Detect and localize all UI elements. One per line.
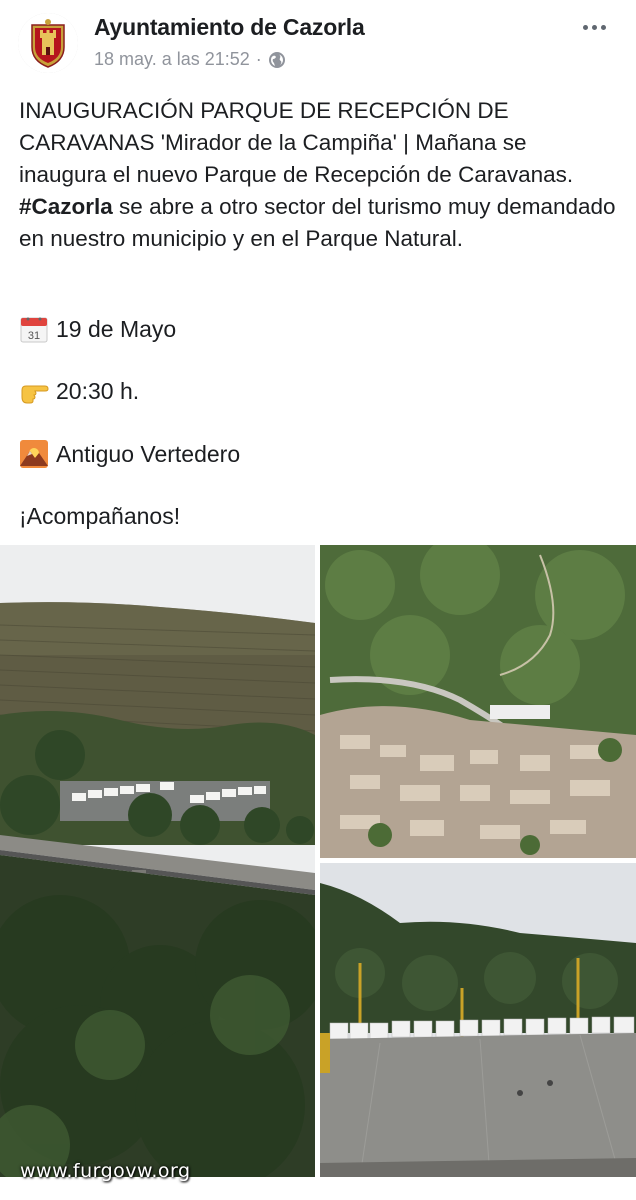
globe-icon: [268, 51, 286, 69]
photo-caravan-parking-lot[interactable]: [320, 863, 636, 1177]
page-name-link[interactable]: Ayuntamiento de Cazorla: [94, 14, 365, 41]
photo-hillside-caravans[interactable]: [0, 545, 315, 1177]
hashtag-link[interactable]: #Cazorla: [19, 194, 113, 219]
detail-date: 31 19 de Mayo: [19, 314, 176, 344]
post-text: INAUGURACIÓN PARQUE DE RECEPCIÓN DE CARA…: [19, 95, 619, 255]
detail-time: 20:30 h.: [19, 376, 139, 406]
detail-place-text: Antiguo Vertedero: [56, 440, 241, 467]
message-part-1: INAUGURACIÓN PARQUE DE RECEPCIÓN DE CARA…: [19, 98, 574, 187]
post-timestamp[interactable]: 18 may. a las 21:52: [94, 49, 250, 70]
more-options-icon[interactable]: [574, 14, 614, 40]
calendar-icon: 31: [19, 314, 49, 344]
detail-place: Antiguo Vertedero: [19, 439, 240, 469]
pointing-hand-icon: [19, 376, 49, 406]
post-meta: 18 may. a las 21:52 ·: [94, 49, 286, 70]
detail-time-text: 20:30 h.: [56, 377, 140, 404]
svg-text:31: 31: [28, 330, 40, 342]
closing-text: ¡Acompañanos!: [19, 503, 181, 529]
post-header: Ayuntamiento de Cazorla 18 may. a las 21…: [0, 0, 636, 86]
detail-date-text: 19 de Mayo: [56, 315, 177, 342]
meta-separator: ·: [255, 49, 262, 69]
sunrise-mountain-icon: [19, 439, 49, 469]
photo-aerial-town[interactable]: [320, 545, 636, 858]
watermark: www.furgovw.org: [20, 1160, 191, 1182]
post-message: INAUGURACIÓN PARQUE DE RECEPCIÓN DE CARA…: [19, 95, 619, 255]
page-avatar[interactable]: [18, 13, 78, 73]
